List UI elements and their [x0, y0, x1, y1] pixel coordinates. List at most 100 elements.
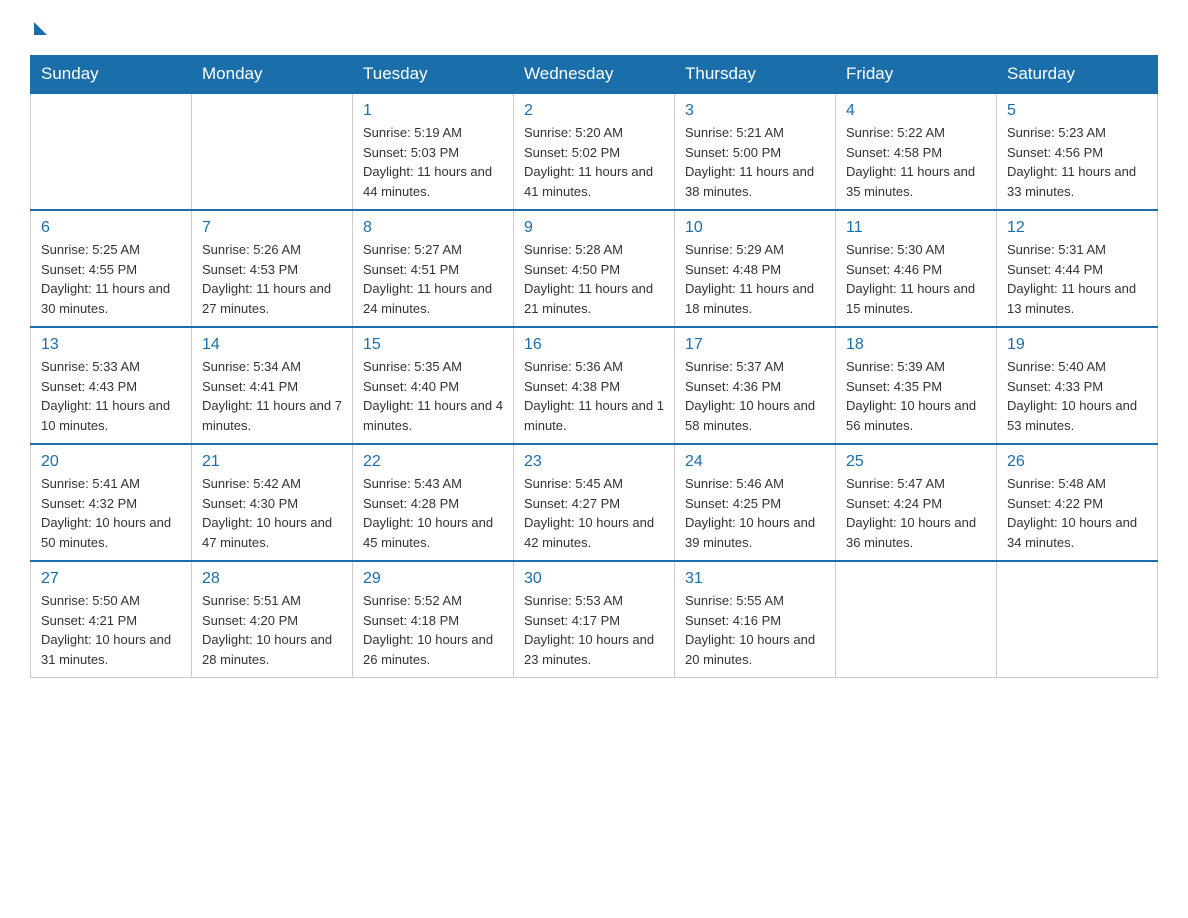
calendar-cell: 19 Sunrise: 5:40 AMSunset: 4:33 PMDayligh…: [997, 327, 1158, 444]
weekday-header-wednesday: Wednesday: [514, 56, 675, 94]
day-number: 2: [524, 102, 664, 120]
day-number: 20: [41, 453, 181, 471]
week-row-2: 6Sunrise: 5:25 AMSunset: 4:55 PMDaylight…: [31, 210, 1158, 327]
day-info: Sunrise: 5:55 AMSunset: 4:16 PMDaylight:…: [685, 591, 825, 669]
day-info: Sunrise: 5:29 AMSunset: 4:48 PMDaylight:…: [685, 240, 825, 318]
day-info: Sunrise: 5:26 AMSunset: 4:53 PMDaylight:…: [202, 240, 342, 318]
week-row-1: 1 Sunrise: 5:19 AMSunset: 5:03 PMDaylight…: [31, 93, 1158, 210]
calendar-cell: 3 Sunrise: 5:21 AMSunset: 5:00 PMDaylight…: [675, 93, 836, 210]
calendar-cell: 26 Sunrise: 5:48 AMSunset: 4:22 PMDayligh…: [997, 444, 1158, 561]
weekday-header-tuesday: Tuesday: [353, 56, 514, 94]
day-number: 10: [685, 219, 825, 237]
calendar-cell: 2 Sunrise: 5:20 AMSunset: 5:02 PMDaylight…: [514, 93, 675, 210]
day-number: 4: [846, 102, 986, 120]
day-number: 17: [685, 336, 825, 354]
calendar-cell: 12 Sunrise: 5:31 AMSunset: 4:44 PMDayligh…: [997, 210, 1158, 327]
day-info: Sunrise: 5:46 AMSunset: 4:25 PMDaylight:…: [685, 474, 825, 552]
weekday-header-sunday: Sunday: [31, 56, 192, 94]
day-info: Sunrise: 5:48 AMSunset: 4:22 PMDaylight:…: [1007, 474, 1147, 552]
day-info: Sunrise: 5:52 AMSunset: 4:18 PMDaylight:…: [363, 591, 503, 669]
day-info: Sunrise: 5:33 AMSunset: 4:43 PMDaylight:…: [41, 357, 181, 435]
day-number: 28: [202, 570, 342, 588]
day-number: 7: [202, 219, 342, 237]
day-info: Sunrise: 5:23 AMSunset: 4:56 PMDaylight:…: [1007, 123, 1147, 201]
calendar-cell: 1 Sunrise: 5:19 AMSunset: 5:03 PMDaylight…: [353, 93, 514, 210]
day-number: 29: [363, 570, 503, 588]
day-info: Sunrise: 5:34 AMSunset: 4:41 PMDaylight:…: [202, 357, 342, 435]
day-info: Sunrise: 5:39 AMSunset: 4:35 PMDaylight:…: [846, 357, 986, 435]
calendar-cell: 8Sunrise: 5:27 AMSunset: 4:51 PMDaylight…: [353, 210, 514, 327]
calendar-cell: 25 Sunrise: 5:47 AMSunset: 4:24 PMDayligh…: [836, 444, 997, 561]
week-row-4: 20 Sunrise: 5:41 AMSunset: 4:32 PMDayligh…: [31, 444, 1158, 561]
day-info: Sunrise: 5:36 AMSunset: 4:38 PMDaylight:…: [524, 357, 664, 435]
day-number: 1: [363, 102, 503, 120]
day-info: Sunrise: 5:19 AMSunset: 5:03 PMDaylight:…: [363, 123, 503, 201]
calendar-cell: 20 Sunrise: 5:41 AMSunset: 4:32 PMDayligh…: [31, 444, 192, 561]
weekday-header-thursday: Thursday: [675, 56, 836, 94]
day-info: Sunrise: 5:35 AMSunset: 4:40 PMDaylight:…: [363, 357, 503, 435]
day-number: 15: [363, 336, 503, 354]
calendar-cell: 9 Sunrise: 5:28 AMSunset: 4:50 PMDaylight…: [514, 210, 675, 327]
calendar-cell: 15 Sunrise: 5:35 AMSunset: 4:40 PMDayligh…: [353, 327, 514, 444]
day-info: Sunrise: 5:53 AMSunset: 4:17 PMDaylight:…: [524, 591, 664, 669]
calendar-table: SundayMondayTuesdayWednesdayThursdayFrid…: [30, 55, 1158, 678]
day-number: 12: [1007, 219, 1147, 237]
day-info: Sunrise: 5:43 AMSunset: 4:28 PMDaylight:…: [363, 474, 503, 552]
day-number: 16: [524, 336, 664, 354]
calendar-cell: [192, 93, 353, 210]
calendar-cell: 28 Sunrise: 5:51 AMSunset: 4:20 PMDayligh…: [192, 561, 353, 678]
day-number: 9: [524, 219, 664, 237]
day-number: 3: [685, 102, 825, 120]
day-number: 24: [685, 453, 825, 471]
day-number: 31: [685, 570, 825, 588]
weekday-header-row: SundayMondayTuesdayWednesdayThursdayFrid…: [31, 56, 1158, 94]
day-info: Sunrise: 5:37 AMSunset: 4:36 PMDaylight:…: [685, 357, 825, 435]
day-info: Sunrise: 5:40 AMSunset: 4:33 PMDaylight:…: [1007, 357, 1147, 435]
day-number: 25: [846, 453, 986, 471]
calendar-cell: 7 Sunrise: 5:26 AMSunset: 4:53 PMDaylight…: [192, 210, 353, 327]
calendar-cell: 4 Sunrise: 5:22 AMSunset: 4:58 PMDaylight…: [836, 93, 997, 210]
calendar-cell: 24 Sunrise: 5:46 AMSunset: 4:25 PMDayligh…: [675, 444, 836, 561]
day-number: 22: [363, 453, 503, 471]
day-info: Sunrise: 5:42 AMSunset: 4:30 PMDaylight:…: [202, 474, 342, 552]
logo: [30, 20, 47, 35]
day-info: Sunrise: 5:50 AMSunset: 4:21 PMDaylight:…: [41, 591, 181, 669]
calendar-cell: 31 Sunrise: 5:55 AMSunset: 4:16 PMDayligh…: [675, 561, 836, 678]
calendar-cell: 18 Sunrise: 5:39 AMSunset: 4:35 PMDayligh…: [836, 327, 997, 444]
calendar-cell: 13 Sunrise: 5:33 AMSunset: 4:43 PMDayligh…: [31, 327, 192, 444]
calendar-cell: [997, 561, 1158, 678]
calendar-cell: [31, 93, 192, 210]
day-info: Sunrise: 5:41 AMSunset: 4:32 PMDaylight:…: [41, 474, 181, 552]
calendar-cell: 5Sunrise: 5:23 AMSunset: 4:56 PMDaylight…: [997, 93, 1158, 210]
calendar-cell: 10 Sunrise: 5:29 AMSunset: 4:48 PMDayligh…: [675, 210, 836, 327]
day-number: 13: [41, 336, 181, 354]
day-number: 21: [202, 453, 342, 471]
day-number: 30: [524, 570, 664, 588]
calendar-cell: [836, 561, 997, 678]
day-number: 18: [846, 336, 986, 354]
day-info: Sunrise: 5:28 AMSunset: 4:50 PMDaylight:…: [524, 240, 664, 318]
calendar-cell: 22 Sunrise: 5:43 AMSunset: 4:28 PMDayligh…: [353, 444, 514, 561]
day-info: Sunrise: 5:21 AMSunset: 5:00 PMDaylight:…: [685, 123, 825, 201]
day-number: 6: [41, 219, 181, 237]
day-info: Sunrise: 5:20 AMSunset: 5:02 PMDaylight:…: [524, 123, 664, 201]
calendar-cell: 14 Sunrise: 5:34 AMSunset: 4:41 PMDayligh…: [192, 327, 353, 444]
calendar-cell: 29 Sunrise: 5:52 AMSunset: 4:18 PMDayligh…: [353, 561, 514, 678]
calendar-cell: 23Sunrise: 5:45 AMSunset: 4:27 PMDayligh…: [514, 444, 675, 561]
day-number: 26: [1007, 453, 1147, 471]
calendar-cell: 17 Sunrise: 5:37 AMSunset: 4:36 PMDayligh…: [675, 327, 836, 444]
day-number: 14: [202, 336, 342, 354]
day-info: Sunrise: 5:47 AMSunset: 4:24 PMDaylight:…: [846, 474, 986, 552]
calendar-cell: 30 Sunrise: 5:53 AMSunset: 4:17 PMDayligh…: [514, 561, 675, 678]
day-number: 19: [1007, 336, 1147, 354]
calendar-cell: 27Sunrise: 5:50 AMSunset: 4:21 PMDayligh…: [31, 561, 192, 678]
day-info: Sunrise: 5:31 AMSunset: 4:44 PMDaylight:…: [1007, 240, 1147, 318]
day-info: Sunrise: 5:51 AMSunset: 4:20 PMDaylight:…: [202, 591, 342, 669]
day-info: Sunrise: 5:22 AMSunset: 4:58 PMDaylight:…: [846, 123, 986, 201]
calendar-cell: 11Sunrise: 5:30 AMSunset: 4:46 PMDayligh…: [836, 210, 997, 327]
calendar-cell: 16 Sunrise: 5:36 AMSunset: 4:38 PMDayligh…: [514, 327, 675, 444]
day-info: Sunrise: 5:45 AMSunset: 4:27 PMDaylight:…: [524, 474, 664, 552]
day-info: Sunrise: 5:27 AMSunset: 4:51 PMDaylight:…: [363, 240, 503, 318]
weekday-header-friday: Friday: [836, 56, 997, 94]
week-row-5: 27Sunrise: 5:50 AMSunset: 4:21 PMDayligh…: [31, 561, 1158, 678]
